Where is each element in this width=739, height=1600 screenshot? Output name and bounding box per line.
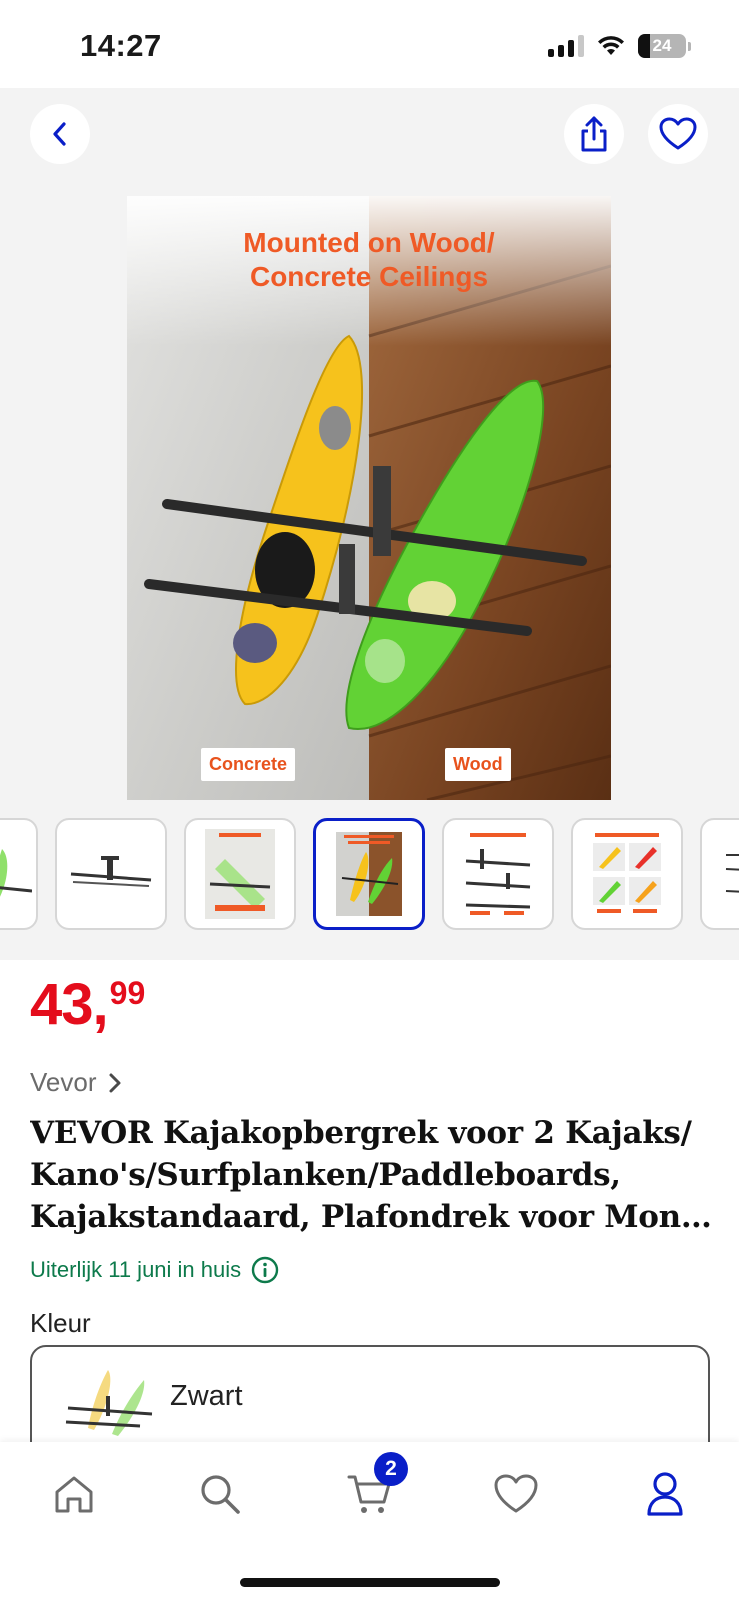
product-gallery[interactable]: Mounted on Wood/ Concrete Ceilings Concr… [0,88,739,960]
delivery-text: Uiterlijk 11 juni in huis [30,1257,242,1282]
product-title: VEVOR Kajakopbergrek voor 2 Kajaks/ Kano… [30,1112,720,1238]
hero-title-line2: Concrete Ceilings [249,261,489,292]
rack-bar-thumb-icon [70,856,152,887]
cart-badge: 2 [374,1452,408,1486]
home-icon [55,1476,93,1513]
nav-cart[interactable]: 2 [340,1452,408,1524]
share-icon [581,116,607,152]
hero-tag-wood: Wood [445,748,511,781]
product-page: 14:27 24 Mounted on Wood/ Concrete Ceili… [0,0,739,1600]
structure-thumb-icon [465,833,531,915]
hero-tag-concrete: Concrete [201,748,296,781]
soft-support-thumb-icon [205,829,275,919]
brand-link[interactable]: Vevor [30,1067,123,1098]
signal-icon [548,35,584,57]
brand-name: Vevor [30,1067,97,1097]
battery-tip [688,41,691,51]
product-title-line3: Kajakstandaard, Plafondrek voor Montage [30,1199,720,1235]
account-icon [647,1472,683,1516]
favorite-button[interactable] [648,104,708,164]
thumbnail-dimensions-partial[interactable] [700,818,739,930]
back-button[interactable] [30,104,90,164]
product-title-line2: Kano's/Surfplanken/Paddleboards, [30,1157,621,1193]
chevron-left-icon [53,122,66,146]
thumbnail-multiple-uses[interactable] [571,818,683,930]
battery-level: 24 [652,36,672,55]
kayak-thumb-icon [0,849,32,897]
thumbnail-mounted-on-wood[interactable] [313,818,425,930]
thumbnail-soft-support[interactable] [184,818,296,930]
product-title-line1: VEVOR Kajakopbergrek voor 2 Kajaks/ [30,1115,692,1151]
search-icon [201,1475,240,1514]
battery-icon: 24 [638,34,691,58]
hero-title: Mounted on Wood/ Concrete Ceilings [127,226,611,294]
color-value: Zwart [170,1379,243,1412]
status-time: 14:27 [80,28,162,63]
nav-favorites[interactable] [486,1464,546,1524]
share-button[interactable] [564,104,624,164]
delivery-info[interactable]: Uiterlijk 11 juni in huis [30,1256,279,1284]
color-swatch-image [62,1365,156,1445]
nav-account[interactable] [635,1464,695,1524]
hero-title-line1: Mounted on Wood/ [243,227,495,258]
nav-home[interactable] [44,1464,104,1524]
price-fraction: 99 [109,975,146,1011]
price-main: 43, [30,972,109,1037]
status-bar: 14:27 24 [0,0,739,88]
status-icons: 24 [548,34,691,58]
mounted-thumb-icon [336,832,402,916]
home-indicator [240,1578,500,1587]
battery-body: 24 [638,34,686,58]
info-icon[interactable] [251,1256,279,1284]
hero-image[interactable]: Mounted on Wood/ Concrete Ceilings Concr… [127,196,611,800]
multiple-uses-thumb-icon [593,833,661,913]
thumbnail-rack-bar[interactable] [55,818,167,930]
wifi-icon [598,36,624,55]
price: 43, 99 [30,976,145,1034]
thumbnail-reinforced-structure[interactable] [442,818,554,930]
nav-search[interactable] [190,1464,250,1524]
chevron-right-icon [109,1073,120,1092]
color-label: Kleur [30,1308,91,1338]
kayak-swatch-icon [65,1370,153,1436]
dimensions-thumb-icon [725,854,739,893]
battery-fill [638,34,650,58]
heart-icon [659,117,697,150]
bottom-nav: 2 [0,1442,739,1600]
thumbnail-kayak-partial[interactable] [0,818,38,930]
thumbnail-strip[interactable] [0,816,739,930]
heart-icon [494,1474,538,1513]
